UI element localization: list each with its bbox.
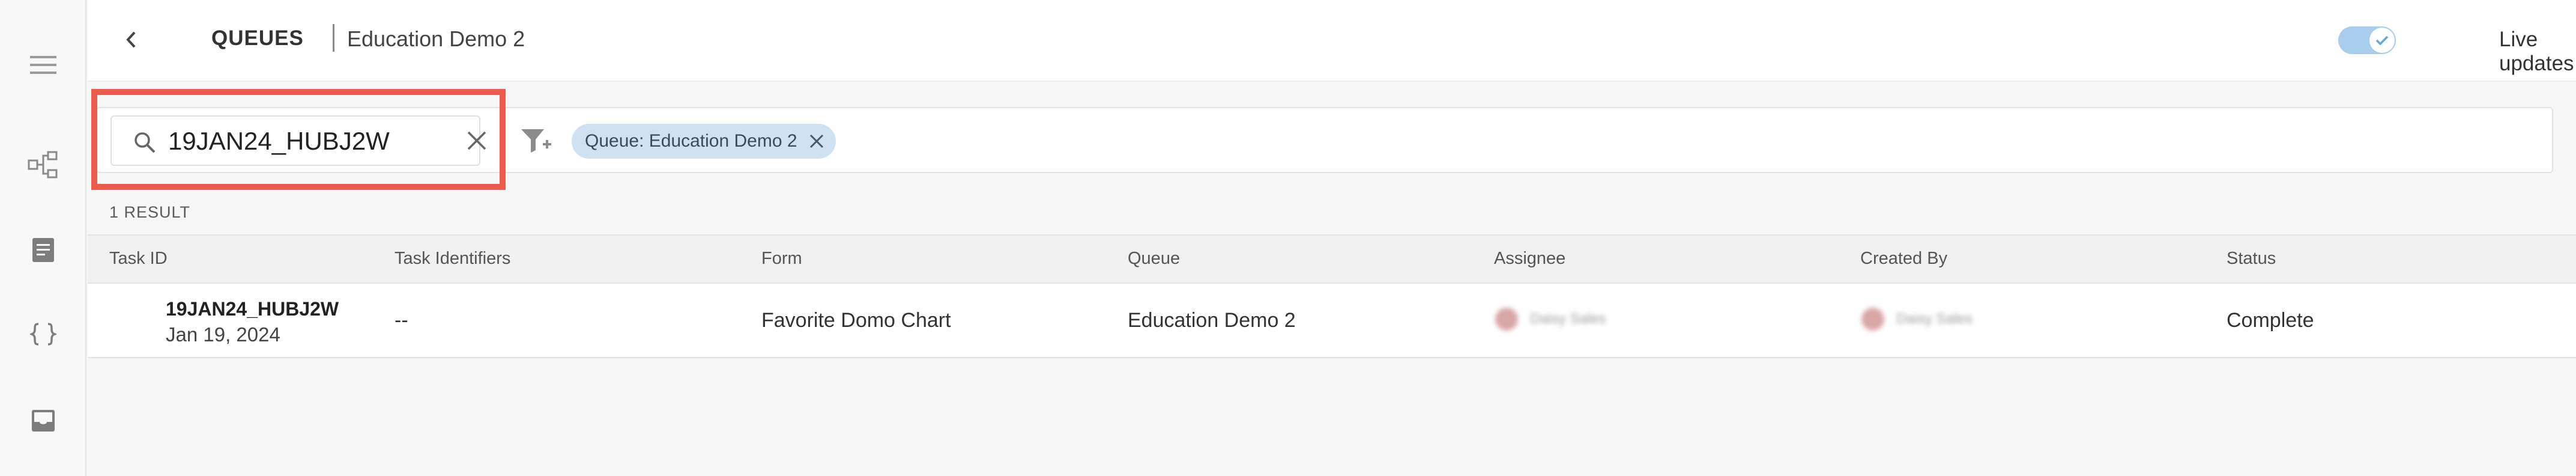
task-date: Jan 19, 2024 (166, 323, 280, 346)
column-header-assignee[interactable]: Assignee (1494, 249, 1565, 269)
task-assignee: Daisy Sales (1495, 308, 1606, 331)
chip-label: Queue: Education Demo 2 (585, 131, 797, 151)
app: QUEUES Education Demo 2 Live updates 19J… (0, 0, 2576, 476)
variables-button[interactable] (24, 315, 62, 353)
tasks-table: Task ID Task Identifiers Form Queue Assi… (88, 234, 2576, 358)
column-header-queue[interactable]: Queue (1128, 249, 1180, 269)
column-header-task-identifiers[interactable]: Task Identifiers (395, 249, 510, 269)
section-title: QUEUES (211, 26, 304, 50)
menu-icon (30, 56, 56, 74)
live-updates-label: Live updates (2499, 28, 2574, 75)
title-divider (333, 24, 334, 52)
forms-button[interactable] (24, 231, 62, 269)
avatar (1861, 308, 1884, 331)
queue-filter-chip[interactable]: Queue: Education Demo 2 (572, 124, 836, 159)
back-button[interactable] (112, 20, 150, 59)
inbox-button[interactable] (24, 401, 62, 440)
task-queue: Education Demo 2 (1128, 309, 1296, 332)
column-header-task-id[interactable]: Task ID (109, 249, 168, 269)
code-braces-icon (30, 323, 56, 346)
workflows-button[interactable] (24, 145, 62, 184)
created-by-name: Daisy Sales (1896, 311, 1973, 327)
toggle-knob (2369, 28, 2395, 53)
avatar (1495, 308, 1518, 331)
left-rail (0, 0, 86, 476)
task-id[interactable]: 19JAN24_HUBJ2W (166, 298, 339, 320)
document-icon (32, 238, 54, 262)
result-count: 1 RESULT (109, 203, 191, 221)
search-box (110, 115, 486, 166)
clear-search-icon[interactable] (466, 130, 488, 151)
task-created-by: Daisy Sales (1861, 308, 1973, 331)
task-form: Favorite Domo Chart (761, 309, 951, 332)
table-row[interactable]: 19JAN24_HUBJ2W Jan 19, 2024 -- Favorite … (88, 284, 2576, 358)
search-icon (135, 132, 156, 153)
chevron-left-icon (126, 31, 136, 48)
chip-remove-icon[interactable] (808, 133, 825, 150)
queue-title: Education Demo 2 (347, 26, 525, 51)
column-header-form[interactable]: Form (761, 249, 802, 269)
task-identifiers: -- (395, 309, 408, 332)
page-header: QUEUES Education Demo 2 Live updates (88, 0, 2576, 82)
menu-button[interactable] (24, 46, 62, 84)
search-input[interactable] (168, 126, 420, 156)
column-header-status[interactable]: Status (2227, 249, 2276, 269)
workflow-icon (28, 151, 58, 178)
inbox-icon (32, 410, 55, 432)
filter-bar (96, 107, 2553, 173)
column-header-created-by[interactable]: Created By (1860, 249, 1947, 269)
task-status: Complete (2227, 309, 2314, 332)
table-header: Task ID Task Identifiers Form Queue Assi… (88, 234, 2576, 284)
assignee-name: Daisy Sales (1530, 311, 1606, 327)
filter-add-icon[interactable] (520, 127, 552, 155)
live-updates-toggle[interactable] (2338, 26, 2396, 54)
check-icon (2375, 35, 2389, 46)
